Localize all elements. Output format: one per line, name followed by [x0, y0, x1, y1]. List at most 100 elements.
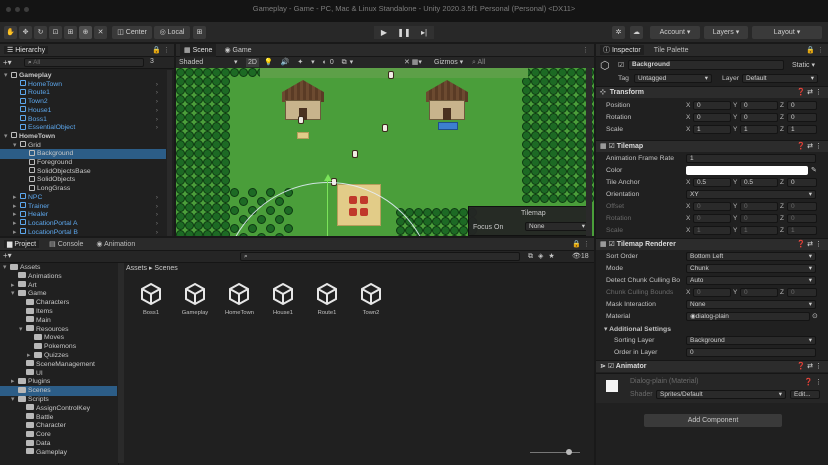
- material-field[interactable]: ◉dialog-plain: [686, 312, 810, 321]
- tag-dropdown[interactable]: Untagged ▾: [634, 74, 712, 83]
- tm-rotation-x-input[interactable]: 0: [693, 214, 731, 223]
- tab-animation[interactable]: ◉ Animation: [93, 240, 138, 248]
- component-menu-icon[interactable]: ❓ ⇄ ⋮: [797, 141, 822, 153]
- pivot-center-button[interactable]: ◫ Center: [112, 26, 152, 39]
- transform-rotation-y-input[interactable]: 0: [740, 113, 778, 122]
- scene-menu-icon[interactable]: ⋮: [582, 44, 589, 57]
- play-button[interactable]: ▶: [374, 26, 394, 39]
- add-icon[interactable]: +▾: [3, 58, 12, 67]
- detect-culling-dropdown[interactable]: Auto ▾: [686, 276, 816, 285]
- tm-rotation-z-input[interactable]: 0: [787, 214, 817, 223]
- transform-rotation-x-input[interactable]: 0: [693, 113, 731, 122]
- scene-asset[interactable]: Gameplay: [181, 282, 209, 316]
- filter-icons[interactable]: ⧉◈★: [528, 252, 560, 261]
- orientation-dropdown[interactable]: XY ▾: [686, 190, 816, 199]
- scale-tool-icon[interactable]: ⊡: [49, 26, 62, 39]
- material-menu-icon[interactable]: ❓ ⋮: [804, 378, 822, 386]
- cloud-icon[interactable]: ☁: [630, 26, 643, 39]
- anchor-z-input[interactable]: 0: [787, 178, 817, 187]
- scene-asset[interactable]: Boss1: [137, 282, 165, 316]
- transform-position-z-input[interactable]: 0: [787, 101, 817, 110]
- scene-view[interactable]: Tilemap Focus On None ▾: [176, 68, 594, 236]
- prefab-open-icon[interactable]: ›: [156, 228, 158, 236]
- sort-order-dropdown[interactable]: Bottom Left ▾: [686, 252, 816, 261]
- grid-snap-icon[interactable]: ⊞: [193, 26, 206, 39]
- shading-dropdown[interactable]: Shaded: [179, 58, 203, 67]
- tab-tile-palette[interactable]: Tile Palette: [651, 47, 692, 54]
- inspector-menu-icon[interactable]: 🔒 ⋮: [806, 46, 824, 54]
- additional-settings-label[interactable]: ▾ Additional Settings: [604, 325, 671, 333]
- scene-asset[interactable]: HomeTown: [225, 282, 254, 316]
- zoom-slider[interactable]: [530, 452, 580, 453]
- object-picker-icon[interactable]: ⊙: [812, 312, 818, 320]
- hierarchy-menu-icon[interactable]: 🔒 ⋮: [152, 46, 170, 54]
- transform-scale-x-input[interactable]: 1: [693, 125, 731, 134]
- anchor-y-input[interactable]: 0.5: [740, 178, 778, 187]
- breadcrumb-assets[interactable]: Assets: [126, 265, 147, 272]
- mode-dropdown[interactable]: Chunk ▾: [686, 264, 816, 273]
- tm-rotation-y-input[interactable]: 0: [740, 214, 778, 223]
- step-button[interactable]: ▸|: [414, 26, 434, 39]
- tm-scale-x-input[interactable]: 1: [693, 226, 731, 235]
- move-handle-y[interactable]: [327, 180, 328, 236]
- object-name-input[interactable]: Background: [628, 60, 784, 70]
- project-tree-scrollbar[interactable]: [118, 263, 124, 463]
- services-icon[interactable]: ✲: [612, 26, 625, 39]
- scene-asset[interactable]: Route1: [313, 282, 341, 316]
- component-menu-icon[interactable]: ❓ ⇄ ⋮: [797, 87, 822, 99]
- shader-edit-button[interactable]: Edit...: [790, 390, 820, 399]
- move-tool-icon[interactable]: ✥: [19, 26, 32, 39]
- tilemap-header[interactable]: ▦ ☑ Tilemap ❓ ⇄ ⋮: [596, 140, 828, 152]
- tab-scene[interactable]: ▦ Scene: [180, 44, 217, 57]
- bounds-y-input[interactable]: 0: [740, 288, 778, 297]
- frame-rate-input[interactable]: 1: [686, 154, 816, 163]
- order-in-layer-input[interactable]: 0: [686, 348, 816, 357]
- pivot-local-button[interactable]: ◎ Local: [154, 26, 190, 39]
- hierarchy-search-input[interactable]: ⌕ All: [24, 58, 144, 67]
- custom-tool-icon[interactable]: ✕: [94, 26, 107, 39]
- tm-scale-y-input[interactable]: 1: [740, 226, 778, 235]
- window-controls[interactable]: [6, 7, 29, 12]
- transform-tool-icon[interactable]: ⊕: [79, 26, 92, 39]
- sorting-layer-dropdown[interactable]: Background ▾: [686, 336, 816, 345]
- bounds-z-input[interactable]: 0: [787, 288, 817, 297]
- transform-scale-z-input[interactable]: 1: [787, 125, 817, 134]
- component-menu-icon[interactable]: ❓ ⇄ ⋮: [797, 361, 822, 373]
- add-component-button[interactable]: Add Component: [644, 414, 782, 427]
- account-dropdown[interactable]: Account ▾: [650, 26, 700, 39]
- rect-tool-icon[interactable]: ⊞: [64, 26, 77, 39]
- tab-game[interactable]: ◉ Game: [224, 44, 251, 57]
- layout-dropdown[interactable]: Layout ▾: [752, 26, 822, 39]
- shader-dropdown[interactable]: Sprites/Default ▾: [656, 390, 786, 399]
- transform-position-y-input[interactable]: 0: [740, 101, 778, 110]
- scene-search-input[interactable]: ⌕ All: [472, 58, 485, 67]
- pause-button[interactable]: ❚❚: [394, 26, 414, 39]
- offset-y-input[interactable]: 0: [740, 202, 778, 211]
- tab-console[interactable]: ▤ Console: [46, 240, 86, 248]
- expand-chevron-icon[interactable]: ▸: [13, 228, 20, 236]
- transform-header[interactable]: ⊹ Transform ❓ ⇄ ⋮: [596, 86, 828, 98]
- gizmos-dropdown[interactable]: Gizmos ▾: [434, 58, 463, 67]
- breadcrumb-scenes[interactable]: Scenes: [154, 265, 177, 272]
- transform-rotation-z-input[interactable]: 0: [787, 113, 817, 122]
- tab-project[interactable]: ▆ Project: [4, 240, 40, 248]
- component-menu-icon[interactable]: ❓ ⇄ ⋮: [797, 239, 822, 251]
- tilemap-renderer-header[interactable]: ▦ ☑ Tilemap Renderer ❓ ⇄ ⋮: [596, 238, 828, 250]
- mode-2d-button[interactable]: 2D: [246, 58, 259, 67]
- hierarchy-item[interactable]: ▸ LocationPortal B ›: [0, 228, 166, 236]
- active-checkbox[interactable]: ☑: [618, 61, 624, 69]
- scene-view-tools[interactable]: 💡 🔊 ✦ ▾ ◐0 ⧉▾: [264, 58, 356, 67]
- tools-icon[interactable]: ✕ ▦▾: [404, 58, 422, 67]
- tm-scale-z-input[interactable]: 1: [787, 226, 817, 235]
- hierarchy-scrollbar[interactable]: [167, 70, 172, 236]
- scene-scrollbar[interactable]: [586, 68, 592, 236]
- color-swatch[interactable]: [686, 166, 808, 175]
- eyedropper-icon[interactable]: ✎: [811, 166, 817, 174]
- project-menu-icon[interactable]: 🔒 ⋮: [572, 240, 590, 248]
- tab-inspector[interactable]: ⓘ Inspector: [600, 45, 644, 55]
- move-handle-arrow[interactable]: [324, 174, 332, 181]
- scene-asset[interactable]: Town2: [357, 282, 385, 316]
- layers-dropdown[interactable]: Layers ▾: [704, 26, 748, 39]
- transform-position-x-input[interactable]: 0: [693, 101, 731, 110]
- focus-on-dropdown[interactable]: None ▾: [525, 222, 589, 231]
